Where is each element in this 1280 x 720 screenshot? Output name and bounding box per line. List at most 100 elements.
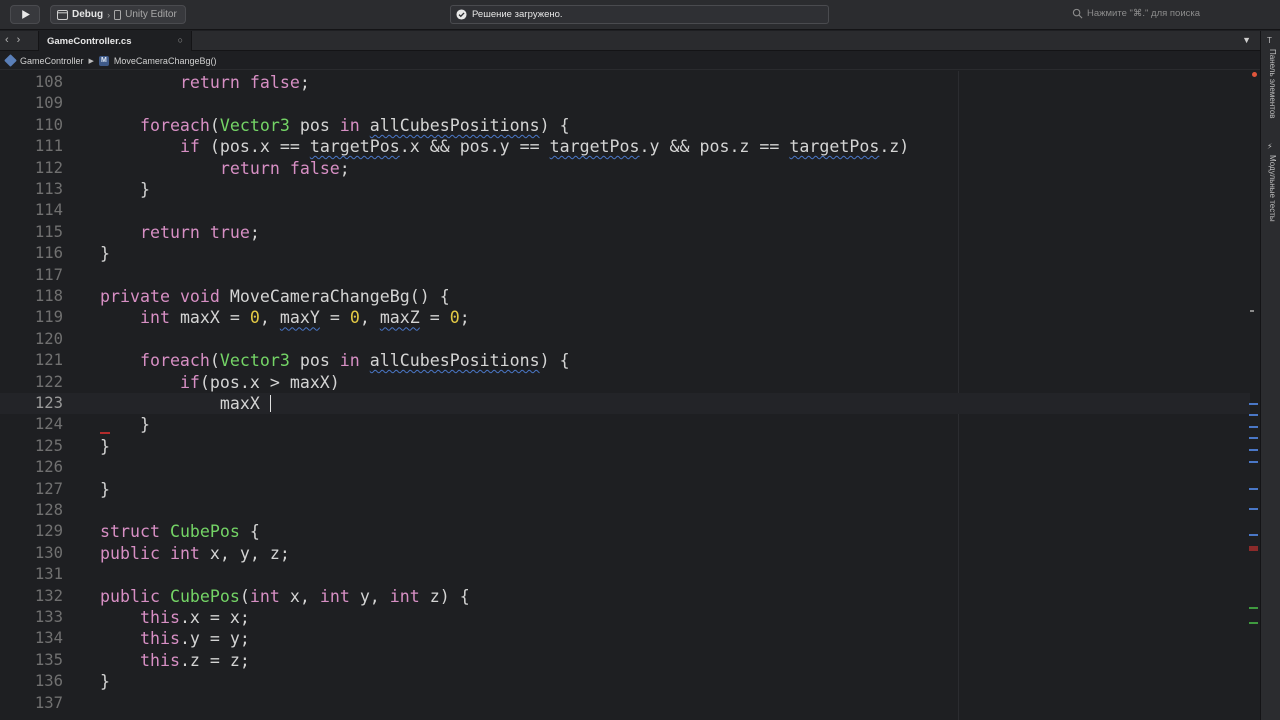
code-line[interactable]: 124 } xyxy=(0,414,1250,435)
code-line[interactable]: 134 this.y = y; xyxy=(0,628,1250,649)
overview-mark xyxy=(1249,461,1258,463)
code-line[interactable]: 115 return true; xyxy=(0,222,1250,243)
code-text: } xyxy=(100,479,110,499)
code-text: return false; xyxy=(179,73,310,92)
line-number: 122 xyxy=(34,372,63,391)
line-number: 113 xyxy=(34,180,63,198)
line-number: 137 xyxy=(34,693,63,712)
code-line[interactable]: 108 return false; xyxy=(0,72,1250,93)
code-text: if(pos.x > maxX) xyxy=(179,372,340,392)
code-text: this.y = y; xyxy=(139,629,250,649)
line-number: 119 xyxy=(34,308,63,327)
line-number: 126 xyxy=(34,458,63,477)
method-icon: M xyxy=(98,55,109,66)
breadcrumb-method[interactable]: MoveCameraChangeBg() xyxy=(114,56,217,66)
line-number: 108 xyxy=(34,73,63,91)
toolbox-icon[interactable]: T xyxy=(1267,37,1275,45)
overview-mark xyxy=(1249,622,1258,624)
code-line[interactable]: 111 if (pos.x == targetPos.x && pos.y ==… xyxy=(0,136,1250,157)
code-line[interactable]: 127} xyxy=(0,479,1250,500)
code-line[interactable]: 112 return false; xyxy=(0,158,1250,179)
code-line[interactable]: 133 this.x = x; xyxy=(0,607,1250,628)
line-number: 130 xyxy=(34,543,63,562)
code-line[interactable]: 123 maxX xyxy=(0,393,1250,415)
toolbox-tab[interactable]: Панель элементов xyxy=(1265,49,1277,119)
code-line[interactable]: 126 xyxy=(0,457,1250,478)
chevron-left-icon[interactable]: ‹ xyxy=(5,34,9,46)
run-configuration-selector[interactable]: Debug › Unity Editor xyxy=(50,5,186,24)
overview-mark xyxy=(1249,607,1258,609)
line-number: 125 xyxy=(34,436,63,455)
code-text: } xyxy=(100,244,110,264)
lightning-icon[interactable]: ⚡ xyxy=(1267,143,1275,151)
code-text: private void MoveCameraChangeBg() { xyxy=(100,287,450,306)
overview-mark xyxy=(1249,414,1258,416)
line-number: 109 xyxy=(34,94,63,113)
line-number: 128 xyxy=(34,501,63,519)
overview-mark xyxy=(1250,310,1254,312)
code-line[interactable]: 118 private void MoveCameraChangeBg() { xyxy=(0,286,1250,307)
tab-bar: ‹ › GameController.cs ○ ▼ xyxy=(0,31,1260,51)
code-line[interactable]: 135 this.z = z; xyxy=(0,650,1250,671)
line-number: 112 xyxy=(34,158,63,177)
code-line[interactable]: 131 xyxy=(0,564,1250,585)
code-line[interactable]: 128 xyxy=(0,500,1250,521)
tab-navigation: ‹ › xyxy=(5,34,20,46)
chevron-right-icon: › xyxy=(107,9,111,20)
window-icon xyxy=(57,9,68,20)
line-number: 114 xyxy=(34,201,63,220)
line-number: 120 xyxy=(34,329,63,348)
breadcrumb-class[interactable]: GameController xyxy=(20,56,84,66)
code-text: foreach(Vector3 pos in allCubesPositions… xyxy=(139,115,570,135)
code-line[interactable]: 136} xyxy=(0,671,1250,692)
chevron-right-icon[interactable]: › xyxy=(17,34,21,46)
overview-mark xyxy=(1249,426,1258,428)
code-line[interactable]: 116} xyxy=(0,243,1250,264)
tab-gamecontroller[interactable]: GameController.cs ○ xyxy=(38,31,192,51)
target-label: Unity Editor xyxy=(125,9,177,20)
line-number: 135 xyxy=(34,650,63,669)
code-line[interactable]: 117 xyxy=(0,265,1250,286)
tab-menu-chevron-down-icon[interactable]: ▼ xyxy=(1242,35,1251,45)
line-number: 110 xyxy=(34,115,63,134)
line-number: 121 xyxy=(34,351,63,370)
code-line[interactable]: 110 foreach(Vector3 pos in allCubesPosit… xyxy=(0,115,1250,136)
check-circle-icon xyxy=(456,9,467,20)
code-line[interactable]: 120 xyxy=(0,329,1250,350)
code-line[interactable]: 132 public CubePos(int x, int y, int z) { xyxy=(0,586,1250,607)
play-icon xyxy=(21,10,30,19)
line-number: 118 xyxy=(34,287,63,305)
line-number: 127 xyxy=(34,479,63,498)
unit-tests-tab[interactable]: Модульные тесты xyxy=(1265,155,1277,222)
code-line[interactable]: 113 } xyxy=(0,179,1250,200)
line-number: 131 xyxy=(34,565,63,584)
run-button[interactable] xyxy=(10,5,40,24)
code-line[interactable]: 121 foreach(Vector3 pos in allCubesPosit… xyxy=(0,350,1250,371)
code-editor[interactable]: 108 return false; 109 110 foreach(Vector3 … xyxy=(0,71,1260,720)
code-line[interactable]: 137 xyxy=(0,693,1250,714)
line-number: 123 xyxy=(34,394,63,412)
code-line[interactable]: 130 public int x, y, z; xyxy=(0,543,1250,564)
configuration-label: Debug xyxy=(72,9,104,20)
code-text: return false; xyxy=(219,158,350,178)
code-text: public CubePos(int x, int y, int z) { xyxy=(100,586,470,606)
tab-label: GameController.cs xyxy=(47,35,132,47)
overview-mark xyxy=(1249,508,1258,510)
code-line[interactable]: 119 int maxX = 0, maxY = 0, maxZ = 0; xyxy=(0,307,1250,328)
code-line[interactable]: 114 xyxy=(0,200,1250,221)
error-dot xyxy=(1252,72,1257,77)
breadcrumb: GameController ▶ M MoveCameraChangeBg() xyxy=(0,52,1260,70)
code-text: } xyxy=(100,436,110,456)
unsaved-dot-icon[interactable]: ○ xyxy=(178,35,183,45)
chevron-right-icon: ▶ xyxy=(88,57,94,65)
status-text: Решение загружено. xyxy=(472,9,563,20)
code-line[interactable]: 122 if(pos.x > maxX) xyxy=(0,372,1250,393)
code-text: foreach(Vector3 pos in allCubesPositions… xyxy=(139,351,570,371)
code-line[interactable]: 129 struct CubePos { xyxy=(0,521,1250,542)
code-text: } xyxy=(100,180,150,199)
code-line[interactable]: 109 xyxy=(0,93,1250,114)
global-search[interactable]: Нажмите "⌘." для поиска xyxy=(1072,8,1200,19)
code-text: this.x = x; xyxy=(139,608,250,627)
overview-mark xyxy=(1249,437,1258,439)
code-line[interactable]: 125} xyxy=(0,436,1250,457)
